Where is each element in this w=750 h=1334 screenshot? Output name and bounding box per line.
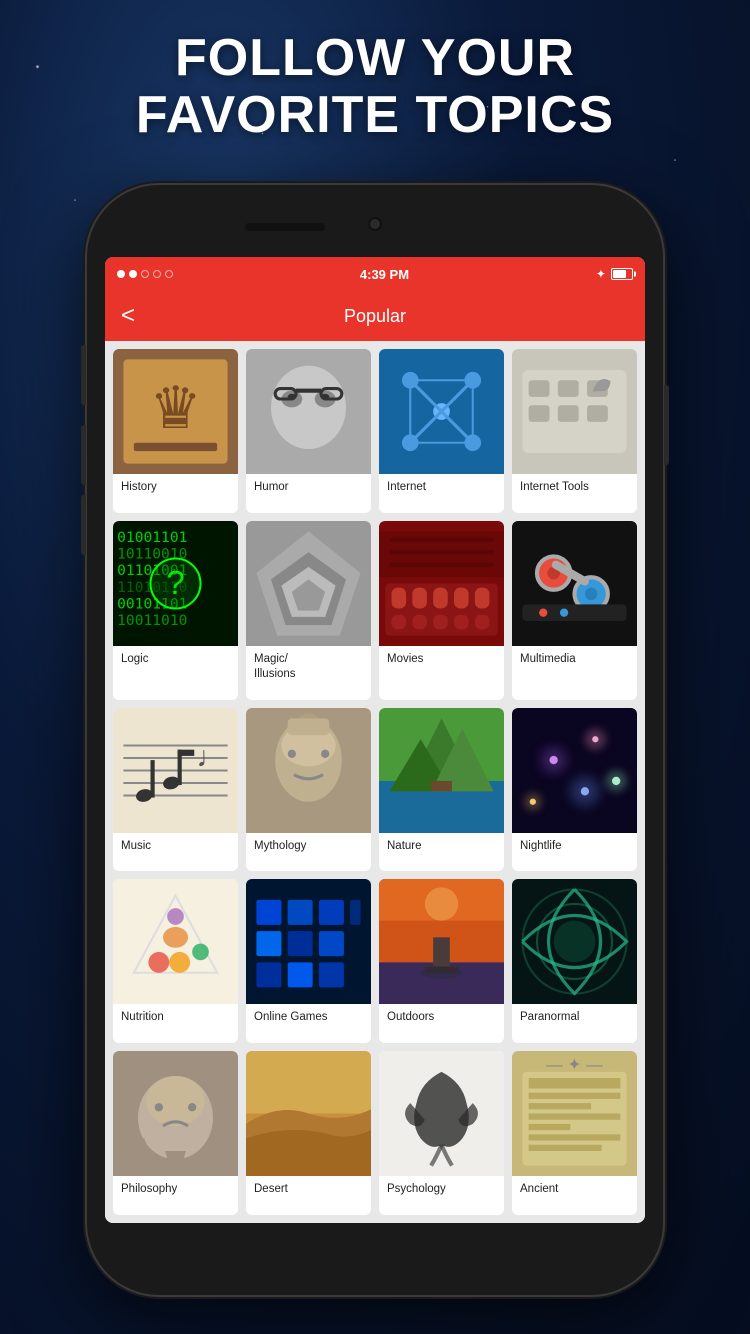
speaker: [245, 223, 325, 231]
topic-image-multimedia: [512, 521, 637, 646]
topic-image-ancient: — ✦ —: [512, 1051, 637, 1176]
headline-line2: FAVORITE TOPICS: [0, 87, 750, 144]
nav-title: Popular: [151, 306, 599, 327]
camera: [368, 217, 382, 231]
topic-image-internet: [379, 349, 504, 474]
topic-card-history[interactable]: ♛ History: [113, 349, 238, 513]
topic-card-psychology[interactable]: Psychology: [379, 1051, 504, 1215]
topic-image-magic: [246, 521, 371, 646]
topic-image-nutrition: [113, 879, 238, 1004]
dot-5: [165, 270, 173, 278]
headline-line1: FOLLOW YOUR: [0, 30, 750, 87]
topic-label-outdoors: Outdoors: [379, 1004, 504, 1033]
topic-card-nature[interactable]: Nature: [379, 708, 504, 872]
topic-image-history: ♛: [113, 349, 238, 474]
topic-label-humor: Humor: [246, 474, 371, 503]
topic-label-mythology: Mythology: [246, 833, 371, 862]
topic-image-nightlife: [512, 708, 637, 833]
svg-text:01001101: 01001101: [117, 529, 187, 546]
bluetooth-icon: ✦: [596, 267, 606, 281]
topic-card-nightlife[interactable]: Nightlife: [512, 708, 637, 872]
topic-card-philosophy[interactable]: Philosophy: [113, 1051, 238, 1215]
topic-image-desert: [246, 1051, 371, 1176]
dot-4: [153, 270, 161, 278]
topic-label-nightlife: Nightlife: [512, 833, 637, 862]
topic-card-internet[interactable]: Internet: [379, 349, 504, 513]
topic-label-internet: Internet: [379, 474, 504, 503]
back-button[interactable]: <: [121, 302, 151, 330]
topic-image-internet-tools: [512, 349, 637, 474]
topic-label-paranormal: Paranormal: [512, 1004, 637, 1033]
status-dots: [117, 270, 173, 278]
topic-card-logic[interactable]: 0100110110110010011010011101011000101101…: [113, 521, 238, 700]
battery-fill: [613, 270, 627, 278]
topic-image-mythology: [246, 708, 371, 833]
topic-card-desert[interactable]: Desert: [246, 1051, 371, 1215]
svg-text:♩: ♩: [196, 741, 225, 773]
status-time: 4:39 PM: [360, 267, 409, 282]
topic-image-movies: [379, 521, 504, 646]
topic-label-magic: Magic/ Illusions: [246, 646, 371, 690]
topic-card-music[interactable]: ♩ Music: [113, 708, 238, 872]
topic-label-online-games: Online Games: [246, 1004, 371, 1033]
topic-card-internet-tools[interactable]: Internet Tools: [512, 349, 637, 513]
topic-card-mythology[interactable]: Mythology: [246, 708, 371, 872]
topic-card-online-games[interactable]: Online Games: [246, 879, 371, 1043]
svg-text:10011010: 10011010: [117, 612, 187, 629]
topic-image-paranormal: [512, 879, 637, 1004]
topic-card-humor[interactable]: Humor: [246, 349, 371, 513]
topic-card-ancient[interactable]: — ✦ — Ancient: [512, 1051, 637, 1215]
dot-3: [141, 270, 149, 278]
topic-label-philosophy: Philosophy: [113, 1176, 238, 1205]
topics-grid[interactable]: ♛ History Humor Internet Internet Tools 01001…: [105, 341, 645, 1223]
topic-card-magic[interactable]: Magic/ Illusions: [246, 521, 371, 700]
topic-image-philosophy: [113, 1051, 238, 1176]
topic-card-nutrition[interactable]: Nutrition: [113, 879, 238, 1043]
status-bar: 4:39 PM ✦: [105, 257, 645, 291]
topic-label-logic: Logic: [113, 646, 238, 675]
topic-card-paranormal[interactable]: Paranormal: [512, 879, 637, 1043]
topic-card-outdoors[interactable]: Outdoors: [379, 879, 504, 1043]
topic-image-nature: [379, 708, 504, 833]
topic-label-multimedia: Multimedia: [512, 646, 637, 675]
nav-bar: < Popular: [105, 291, 645, 341]
status-right: ✦: [596, 267, 633, 281]
topic-image-music: ♩: [113, 708, 238, 833]
topic-card-movies[interactable]: Movies: [379, 521, 504, 700]
phone-shell: 4:39 PM ✦ < Popular ♛ History Humor Interne…: [87, 185, 663, 1295]
topic-label-movies: Movies: [379, 646, 504, 675]
topic-label-nature: Nature: [379, 833, 504, 862]
topic-label-ancient: Ancient: [512, 1176, 637, 1205]
svg-text:♛: ♛: [149, 376, 201, 441]
svg-text:?: ?: [166, 565, 185, 602]
topic-label-music: Music: [113, 833, 238, 862]
topic-image-outdoors: [379, 879, 504, 1004]
topic-label-internet-tools: Internet Tools: [512, 474, 637, 503]
svg-text:— ✦ —: — ✦ —: [546, 1055, 603, 1074]
topic-image-humor: [246, 349, 371, 474]
topic-image-psychology: [379, 1051, 504, 1176]
phone-screen: 4:39 PM ✦ < Popular ♛ History Humor Interne…: [105, 257, 645, 1223]
topic-card-multimedia[interactable]: Multimedia: [512, 521, 637, 700]
dot-1: [117, 270, 125, 278]
topic-label-psychology: Psychology: [379, 1176, 504, 1205]
topic-image-online-games: [246, 879, 371, 1004]
dot-2: [129, 270, 137, 278]
topic-image-logic: 0100110110110010011010011101011000101101…: [113, 521, 238, 646]
topic-label-nutrition: Nutrition: [113, 1004, 238, 1033]
topic-label-desert: Desert: [246, 1176, 371, 1205]
battery-icon: [611, 268, 633, 280]
headline: FOLLOW YOUR FAVORITE TOPICS: [0, 30, 750, 144]
topic-label-history: History: [113, 474, 238, 503]
